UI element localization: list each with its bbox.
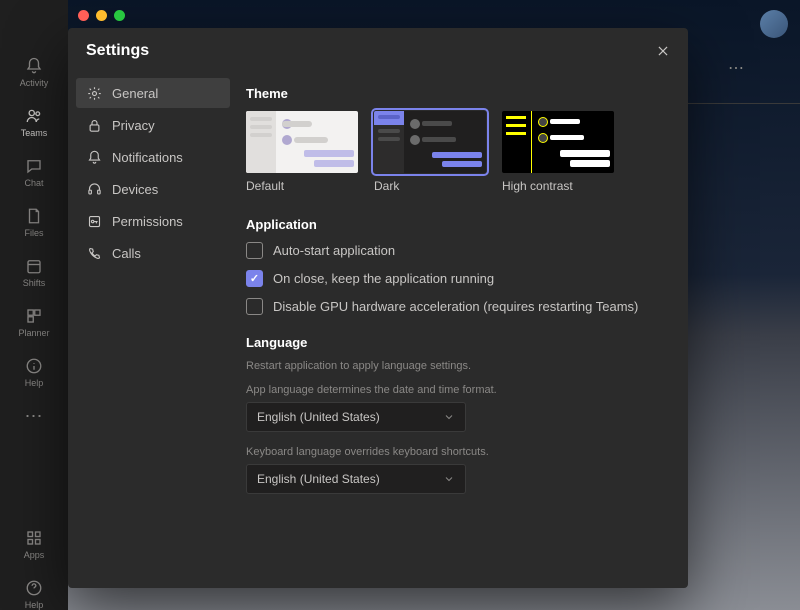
theme-preview-default [246,111,358,173]
lock-icon [86,117,102,133]
theme-default[interactable]: Default [246,111,358,193]
info-icon [24,356,44,376]
nav-label: General [112,86,158,101]
avatar[interactable] [760,10,788,38]
theme-preview-dark [374,111,486,173]
planner-icon [24,306,44,326]
close-button[interactable] [652,40,674,62]
rail-label: Files [24,228,43,238]
settings-content: Theme Default [238,74,688,588]
more-icon[interactable]: ⋯ [25,406,44,427]
application-section-title: Application [246,217,664,232]
close-icon [656,44,670,58]
checkbox-icon [246,242,263,259]
theme-high-contrast[interactable]: High contrast [502,111,614,193]
apps-icon [24,528,44,548]
minimize-window-button[interactable] [96,10,107,21]
settings-modal: Settings General Privacy Notifications D… [68,28,688,588]
rail-label: Chat [24,178,43,188]
theme-preview-high-contrast [502,111,614,173]
window-controls [78,10,125,21]
checkbox-label: On close, keep the application running [273,271,494,286]
calendar-icon [24,256,44,276]
rail-label: Apps [24,550,45,560]
rail-item-activity[interactable]: Activity [20,56,49,88]
checkbox-icon [246,270,263,287]
theme-section-title: Theme [246,86,664,101]
nav-label: Calls [112,246,141,261]
app-rail: Activity Teams Chat Files Shifts Planner… [0,0,68,610]
file-icon [24,206,44,226]
key-icon [86,213,102,229]
dropdown-value: English (United States) [257,410,380,424]
more-options-icon[interactable]: ⋯ [728,58,746,78]
phone-icon [86,245,102,261]
maximize-window-button[interactable] [114,10,125,21]
nav-item-general[interactable]: General [76,78,230,108]
nav-label: Permissions [112,214,183,229]
keyboard-language-hint: Keyboard language overrides keyboard sho… [246,446,664,458]
keyboard-language-dropdown[interactable]: English (United States) [246,464,466,494]
checkbox-keep-running[interactable]: On close, keep the application running [246,270,664,287]
rail-label: Teams [21,128,48,138]
rail-item-help-bottom[interactable]: Help [24,578,44,610]
settings-nav: General Privacy Notifications Devices Pe… [68,74,238,588]
people-icon [24,106,44,126]
nav-item-devices[interactable]: Devices [76,174,230,204]
rail-label: Shifts [23,278,46,288]
modal-header: Settings [68,28,688,74]
theme-label: High contrast [502,179,614,193]
help-icon [24,578,44,598]
theme-options: Default [246,111,664,193]
language-section-title: Language [246,335,664,350]
nav-item-privacy[interactable]: Privacy [76,110,230,140]
rail-label: Help [25,378,44,388]
rail-item-chat[interactable]: Chat [24,156,44,188]
nav-item-calls[interactable]: Calls [76,238,230,268]
checkbox-label: Disable GPU hardware acceleration (requi… [273,299,638,314]
app-language-dropdown[interactable]: English (United States) [246,402,466,432]
nav-item-notifications[interactable]: Notifications [76,142,230,172]
rail-item-teams[interactable]: Teams [21,106,48,138]
rail-item-apps[interactable]: Apps [24,528,45,560]
rail-item-planner[interactable]: Planner [18,306,49,338]
bell-icon [24,56,44,76]
bell-icon [86,149,102,165]
dropdown-value: English (United States) [257,472,380,486]
rail-label: Activity [20,78,49,88]
nav-label: Privacy [112,118,155,133]
nav-label: Notifications [112,150,183,165]
theme-dark[interactable]: Dark [374,111,486,193]
modal-title: Settings [86,42,149,60]
nav-label: Devices [112,182,158,197]
language-restart-hint: Restart application to apply language se… [246,360,664,372]
rail-item-shifts[interactable]: Shifts [23,256,46,288]
checkbox-icon [246,298,263,315]
app-language-hint: App language determines the date and tim… [246,384,664,396]
theme-label: Default [246,179,358,193]
chat-icon [24,156,44,176]
rail-label: Help [25,600,44,610]
gear-icon [86,85,102,101]
checkbox-disable-gpu[interactable]: Disable GPU hardware acceleration (requi… [246,298,664,315]
close-window-button[interactable] [78,10,89,21]
rail-item-help[interactable]: Help [24,356,44,388]
theme-label: Dark [374,179,486,193]
rail-item-files[interactable]: Files [24,206,44,238]
rail-label: Planner [18,328,49,338]
chevron-down-icon [443,473,455,485]
nav-item-permissions[interactable]: Permissions [76,206,230,236]
checkbox-autostart[interactable]: Auto-start application [246,242,664,259]
checkbox-label: Auto-start application [273,243,395,258]
headset-icon [86,181,102,197]
chevron-down-icon [443,411,455,423]
